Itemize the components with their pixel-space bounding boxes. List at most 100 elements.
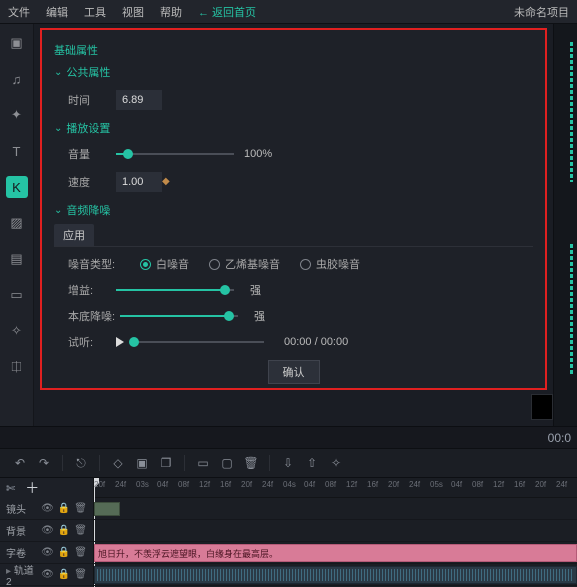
sidebar-sparkle-icon[interactable]: ✧ [6,320,28,342]
lock-icon[interactable]: 🔒 [58,525,70,536]
preview-timecode: 00:00 / 00:00 [284,336,348,348]
redo-icon[interactable]: ↷ [34,453,54,473]
undo-icon[interactable]: ↶ [10,453,30,473]
ruler-tick: 12f [346,480,357,489]
sidebar-adjust-icon[interactable]: ⎅ [6,356,28,378]
menu-help[interactable]: 帮助 [160,4,182,20]
sidebar-karaoke-icon[interactable]: K [6,176,28,198]
time-input[interactable] [116,90,162,110]
sidebar-music-icon[interactable]: ♫ [6,68,28,90]
download-icon[interactable]: ⇩ [278,453,298,473]
sidebar-text-icon[interactable]: T [6,140,28,162]
lock-icon[interactable]: 🔒 [58,503,70,514]
time-label: 时间 [68,92,116,108]
ruler-tick: 20f [388,480,399,489]
sidebar-fx-icon[interactable]: ✦ [6,104,28,126]
section-denoise[interactable]: ⌄音频降噪 [54,202,533,218]
trash-icon[interactable]: 🗑 [74,525,87,536]
sidebar-folder-icon[interactable]: ▤ [6,248,28,270]
audio-clip-2[interactable] [94,566,577,584]
eye-icon[interactable]: 👁 [41,503,54,514]
track-header-bg[interactable]: 背景👁🔒🗑 [0,520,93,542]
menu-file[interactable]: 文件 [8,4,30,20]
ruler-tick: 04f [451,480,462,489]
left-sidebar: ▣ ♫ ✦ T K ▨ ▤ ▭ ✧ ⎅ [0,24,34,426]
copy-icon[interactable]: ❐ [156,453,176,473]
tool-b-icon[interactable]: ▢ [217,453,237,473]
upload-icon[interactable]: ⇧ [302,453,322,473]
volume-slider[interactable] [116,153,234,155]
ruler-tick: 04s [283,480,296,489]
lock-icon[interactable]: 🔒 [58,547,70,558]
local-denoise-slider[interactable] [120,315,238,317]
eye-icon[interactable]: 👁 [41,525,54,536]
ruler-tick: 08f [178,480,189,489]
marker-icon[interactable]: ◇ [108,453,128,473]
ruler-tick: 24f [409,480,420,489]
ruler-tick: 16f [514,480,525,489]
track-header-2[interactable]: ▸ 轨道2👁🔒🗑 [0,564,93,586]
radio-white-noise[interactable]: 白噪音 [140,256,189,272]
ruler-tick: 12f [493,480,504,489]
noise-type-label: 噪音类型: [68,256,120,272]
radio-vinyl-noise[interactable]: 乙烯基噪音 [209,256,280,272]
ruler-tick: 04f [304,480,315,489]
menu-tool[interactable]: 工具 [84,4,106,20]
timeline-ruler[interactable]: 20f24f03s04f08f12f16f20f24f04s04f08f12f1… [94,478,577,498]
razor-icon[interactable]: ✄ [6,482,15,495]
menu-view[interactable]: 视图 [122,4,144,20]
eye-icon[interactable]: 👁 [41,569,54,580]
section-play[interactable]: ⌄播放设置 [54,120,533,136]
volume-label: 音量 [68,146,116,162]
section-public[interactable]: ⌄公共属性 [54,64,533,80]
add-track-button[interactable]: ＋ [25,478,39,498]
ruler-tick: 20f [535,480,546,489]
tab-apply[interactable]: 应用 [54,224,94,246]
trash-icon[interactable]: 🗑 [74,569,87,580]
trash-icon[interactable]: 🗑 [74,503,87,514]
subtitle-clip[interactable]: 旭日升，不羡浮云遮望眼，白缘身在最高层。 [94,544,577,562]
local-denoise-value: 强 [254,308,265,324]
tool-a-icon[interactable]: ▭ [193,453,213,473]
lane-lens[interactable] [94,498,577,520]
preview-label: 试听: [68,334,116,350]
return-home[interactable]: ← 返回首页 [198,4,256,20]
status-bar: 00:0 [0,426,577,448]
keyframe-icon[interactable]: ◆ [162,176,170,187]
lane-track2[interactable] [94,564,577,586]
track-header-lens[interactable]: 镜头👁🔒🗑 [0,498,93,520]
menu-bar: 文件 编辑 工具 视图 帮助 ← 返回首页 未命名项目 [0,0,577,24]
gain-slider[interactable] [116,289,234,291]
status-time: 00:0 [548,431,571,445]
project-name: 未命名项目 [514,4,569,20]
properties-panel: 基础属性 ⌄公共属性 时间 ⌄播放设置 音量 100% 速度 ◆ ⌄音频降噪 [40,28,547,390]
timeline-toolbar: ↶ ↷ ⎋ ◇ ▣ ❐ ▭ ▢ 🗑 ⇩ ⇧ ✧ [0,448,577,478]
lane-sub[interactable]: 旭日升，不羡浮云遮望眼，白缘身在最高层。 [94,542,577,564]
preview-thumb [531,394,553,420]
section-basic[interactable]: 基础属性 [54,42,533,58]
ruler-tick: 24f [262,480,273,489]
sidebar-comment-icon[interactable]: ▭ [6,284,28,306]
split-icon[interactable]: ⎋ [71,453,91,473]
confirm-button[interactable]: 确认 [268,360,320,384]
lane-bg[interactable] [94,520,577,542]
ruler-tick: 03s [136,480,149,489]
trash-icon[interactable]: 🗑 [74,547,87,558]
crop-icon[interactable]: ▣ [132,453,152,473]
ruler-tick: 05s [430,480,443,489]
right-strip [553,24,577,426]
sidebar-pattern-icon[interactable]: ▨ [6,212,28,234]
ruler-tick: 20f [94,480,105,489]
menu-edit[interactable]: 编辑 [46,4,68,20]
delete-icon[interactable]: 🗑 [241,453,261,473]
play-button[interactable] [116,337,124,347]
eye-icon[interactable]: 👁 [41,547,54,558]
radio-tape-noise[interactable]: 虫胶噪音 [300,256,360,272]
clip-small[interactable] [94,502,120,516]
wand-icon[interactable]: ✧ [326,453,346,473]
ruler-tick: 08f [472,480,483,489]
sidebar-video-icon[interactable]: ▣ [6,32,28,54]
preview-slider[interactable] [134,341,264,343]
lock-icon[interactable]: 🔒 [58,569,70,580]
speed-input[interactable] [116,172,162,192]
